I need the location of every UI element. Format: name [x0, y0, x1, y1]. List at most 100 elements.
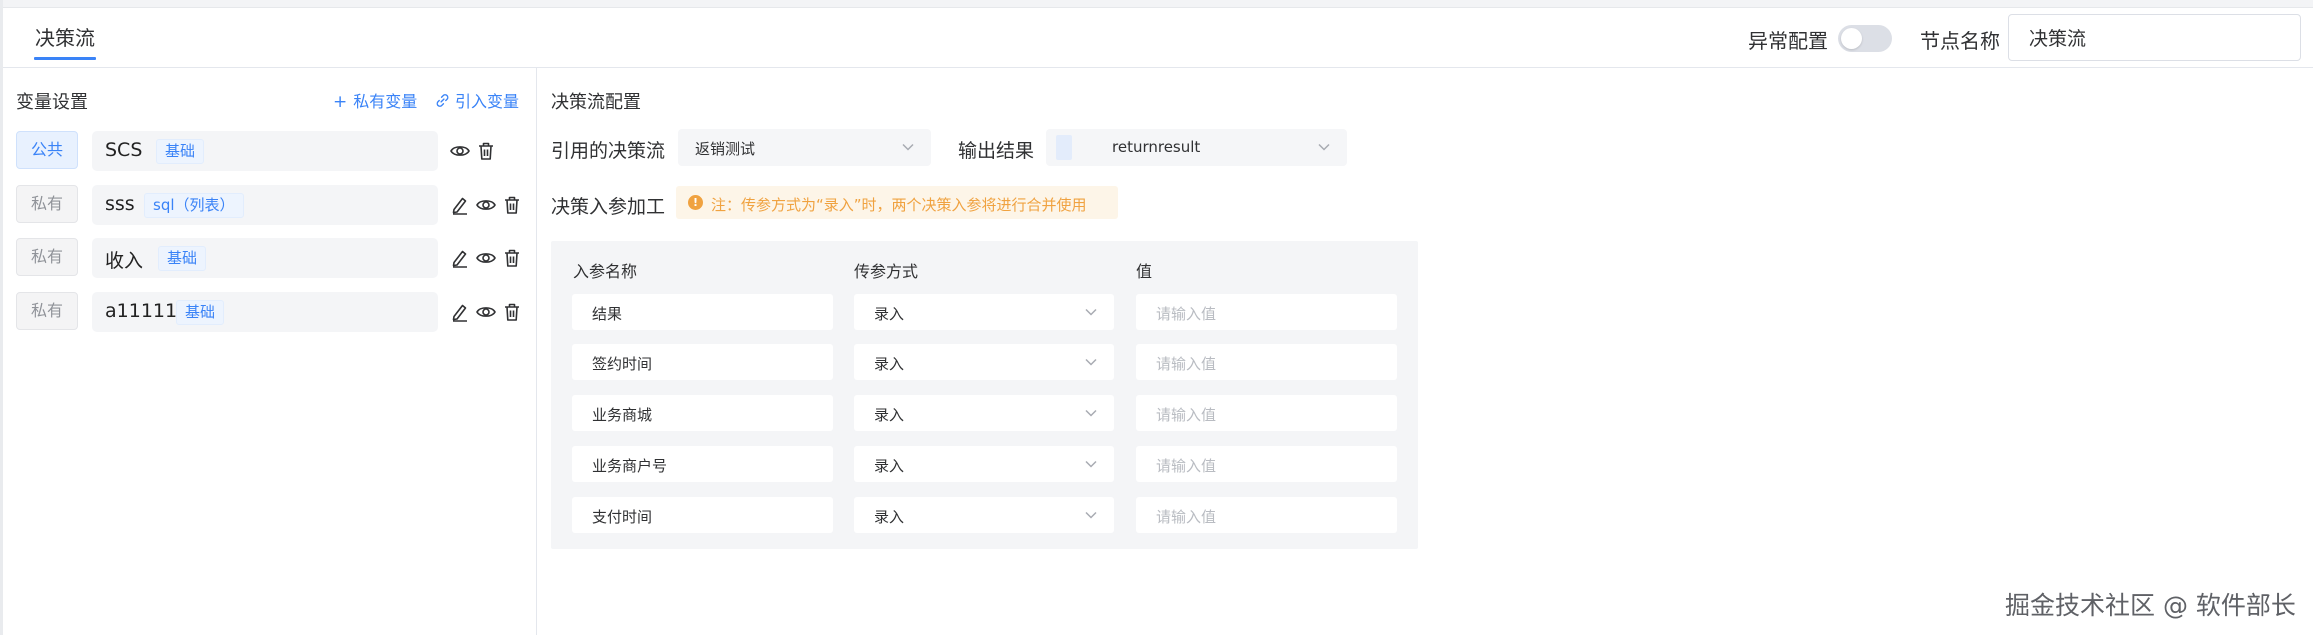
eye-icon[interactable]	[475, 247, 497, 269]
edit-icon[interactable]	[449, 247, 471, 269]
param-name-cell: 业务商城	[572, 395, 833, 431]
variable-settings-title: 变量设置	[16, 92, 88, 113]
tab-decision-flow[interactable]: 决策流	[35, 22, 95, 51]
toggle-knob	[1841, 28, 1862, 49]
param-name: 业务商城	[592, 406, 653, 424]
chevron-down-icon	[1085, 358, 1097, 366]
eye-icon[interactable]	[449, 140, 471, 162]
scope-badge: 私有	[16, 185, 78, 223]
variable-color-chip	[1056, 135, 1072, 160]
pass-method-select[interactable]: 录入	[854, 446, 1114, 482]
chevron-down-icon	[1085, 460, 1097, 468]
param-name-cell: 签约时间	[572, 344, 833, 380]
scope-badge: 公共	[16, 131, 78, 169]
variable-panel: 变量设置 + 私有变量 引入变量 公共 SCS 基础 私有 sss sql（列表）…	[3, 68, 537, 635]
add-private-variable-label: 私有变量	[353, 92, 418, 111]
variable-box: 收入 基础	[92, 238, 438, 278]
pass-method-value: 录入	[874, 355, 905, 373]
value-placeholder: 请输入值	[1156, 305, 1217, 323]
top-strip	[0, 0, 2313, 8]
col-header-value: 值	[1136, 262, 1153, 281]
eye-icon[interactable]	[475, 301, 497, 323]
variable-name: 收入	[105, 250, 144, 272]
param-name-cell: 业务商户号	[572, 446, 833, 482]
variable-type-tag: sql（列表）	[144, 193, 244, 218]
output-result-value: returnresult	[1112, 138, 1201, 156]
pass-method-select[interactable]: 录入	[854, 497, 1114, 533]
param-processing-label: 决策入参加工	[551, 196, 666, 218]
warning-icon: !	[688, 195, 703, 210]
value-input[interactable]: 请输入值	[1136, 294, 1397, 330]
pass-method-select[interactable]: 录入	[854, 395, 1114, 431]
chevron-down-icon	[902, 143, 914, 151]
active-tab-indicator	[34, 57, 96, 60]
edit-icon[interactable]	[449, 301, 471, 323]
param-name: 支付时间	[592, 508, 653, 526]
referenced-flow-select[interactable]: 返销测试	[678, 129, 931, 166]
notice-text: 注：传参方式为“录入”时，两个决策入参将进行合并使用	[711, 196, 1087, 214]
exception-config-toggle[interactable]	[1838, 25, 1892, 52]
param-name: 签约时间	[592, 355, 653, 373]
variable-row: 公共 SCS 基础	[16, 131, 536, 171]
scope-badge: 私有	[16, 292, 78, 330]
output-result-select[interactable]: returnresult	[1046, 129, 1347, 166]
eye-icon[interactable]	[475, 194, 497, 216]
pass-method-value: 录入	[874, 508, 905, 526]
variable-type-tag: 基础	[158, 246, 207, 271]
value-input[interactable]: 请输入值	[1136, 395, 1397, 431]
add-private-variable-button[interactable]: + 私有变量	[333, 88, 417, 112]
value-placeholder: 请输入值	[1156, 508, 1217, 526]
variable-type-tag: 基础	[156, 139, 205, 164]
value-placeholder: 请输入值	[1156, 457, 1217, 475]
variable-box: SCS 基础	[92, 131, 438, 171]
plus-icon: +	[333, 92, 348, 112]
pass-method-value: 录入	[874, 457, 905, 475]
output-result-label: 输出结果	[958, 140, 1035, 162]
param-name: 结果	[592, 305, 623, 323]
param-name: 业务商户号	[592, 457, 668, 475]
chevron-down-icon	[1318, 143, 1330, 151]
trash-icon[interactable]	[501, 194, 523, 216]
variable-box: sss sql（列表）	[92, 185, 438, 225]
header-bar: 决策流 异常配置 节点名称	[3, 8, 2313, 68]
referenced-flow-value: 返销测试	[695, 140, 756, 158]
value-placeholder: 请输入值	[1156, 406, 1217, 424]
import-variable-button[interactable]: 引入变量	[435, 88, 519, 112]
col-header-pass-method: 传参方式	[854, 262, 919, 281]
variable-name: a11111	[105, 300, 178, 322]
referenced-flow-label: 引用的决策流	[551, 140, 666, 162]
import-variable-label: 引入变量	[455, 92, 520, 111]
pass-method-value: 录入	[874, 406, 905, 424]
notice-banner: ! 注：传参方式为“录入”时，两个决策入参将进行合并使用	[676, 186, 1118, 219]
param-name-cell: 结果	[572, 294, 833, 330]
pass-method-select[interactable]: 录入	[854, 294, 1114, 330]
variable-name: SCS	[105, 139, 143, 161]
value-input[interactable]: 请输入值	[1136, 446, 1397, 482]
pass-method-select[interactable]: 录入	[854, 344, 1114, 380]
variable-row: 私有 收入 基础	[16, 238, 536, 278]
variable-name: sss	[105, 193, 135, 215]
decision-flow-config-title: 决策流配置	[551, 92, 641, 113]
variable-box: a11111 基础	[92, 292, 438, 332]
node-name-label: 节点名称	[1920, 29, 2000, 53]
value-placeholder: 请输入值	[1156, 355, 1217, 373]
trash-icon[interactable]	[501, 247, 523, 269]
node-name-input[interactable]	[2008, 14, 2301, 61]
chevron-down-icon	[1085, 409, 1097, 417]
value-input[interactable]: 请输入值	[1136, 497, 1397, 533]
variable-type-tag: 基础	[176, 300, 225, 325]
col-header-param-name: 入参名称	[573, 262, 638, 281]
pass-method-value: 录入	[874, 305, 905, 323]
edit-icon[interactable]	[449, 194, 471, 216]
exception-config-label: 异常配置	[1748, 29, 1828, 53]
watermark: 掘金技术社区 @ 软件部长	[2005, 591, 2296, 620]
value-input[interactable]: 请输入值	[1136, 344, 1397, 380]
trash-icon[interactable]	[475, 140, 497, 162]
scope-badge: 私有	[16, 238, 78, 276]
chevron-down-icon	[1085, 308, 1097, 316]
variable-row: 私有 sss sql（列表）	[16, 185, 536, 225]
trash-icon[interactable]	[501, 301, 523, 323]
link-icon	[436, 94, 449, 107]
chevron-down-icon	[1085, 511, 1097, 519]
param-name-cell: 支付时间	[572, 497, 833, 533]
